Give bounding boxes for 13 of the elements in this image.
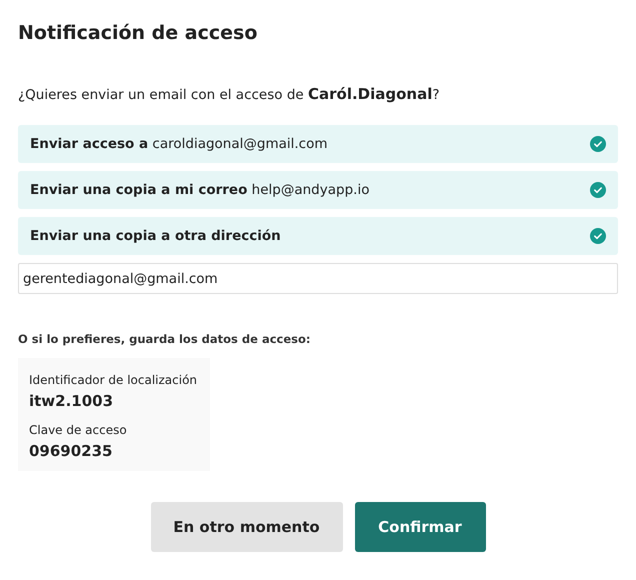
- confirm-button[interactable]: Confirmar: [354, 502, 486, 552]
- credential-label: Clave de acceso: [29, 422, 127, 439]
- option-row[interactable]: Enviar acceso a caroldiagonal@gmail.com: [18, 125, 618, 163]
- credential-value: itw2.1003: [29, 391, 114, 412]
- option-row[interactable]: Enviar una copia a mi correo help@andyapp.io: [18, 171, 618, 209]
- later-button[interactable]: En otro momento: [150, 502, 342, 552]
- credential-label: Identificador de localización: [29, 372, 198, 389]
- question-text: ¿Quieres enviar un email con el acceso de Caról.Diagonal?: [18, 84, 441, 105]
- dialog-title: Notificación de acceso: [18, 21, 258, 46]
- save-hint-text: O si lo prefieres, guarda los datos de acceso:: [18, 332, 312, 346]
- email-field[interactable]: gerentediagonal@gmail.com: [18, 263, 618, 294]
- credential-value: 09690235: [29, 441, 112, 462]
- option-row[interactable]: Enviar una copia a otra dirección: [18, 217, 618, 255]
